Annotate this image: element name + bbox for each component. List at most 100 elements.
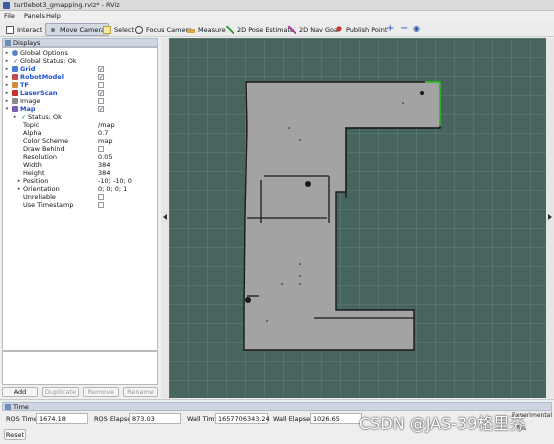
robotmodel-enabled-checkbox[interactable]: ✓: [98, 74, 104, 81]
reset-button[interactable]: Reset: [4, 429, 26, 440]
draw-behind-checkbox[interactable]: [98, 146, 104, 152]
tree-row-laserscan[interactable]: ▸ LaserScan ✓: [3, 89, 157, 97]
add-tool-icon[interactable]: +: [386, 24, 394, 34]
time-panel-title: Time: [13, 403, 29, 411]
tree-label: Image: [20, 97, 41, 105]
tree-row-position[interactable]: ▸ Position -10; -10; 0: [3, 177, 157, 185]
ros-elapsed-field[interactable]: 873.03: [129, 413, 181, 424]
grid-icon: [12, 66, 18, 72]
window-title: turtlebot3_gmapping.rviz* - RViz: [14, 1, 120, 9]
expand-arrow-icon[interactable]: ▸: [12, 113, 18, 121]
obstacle: [266, 320, 268, 322]
expand-arrow-icon[interactable]: ▸: [4, 81, 10, 89]
interact-tool-button[interactable]: Interact: [2, 23, 46, 36]
right-panel-splitter[interactable]: [546, 38, 554, 398]
tree-row-grid[interactable]: ▸ Grid ✓: [3, 65, 157, 73]
tree-row-use-timestamp[interactable]: Use Timestamp: [3, 201, 157, 209]
displays-button-row: Add Duplicate Remove Rename: [2, 387, 158, 397]
wall-time-field[interactable]: 1657706343.24: [215, 413, 270, 424]
map-enabled-checkbox[interactable]: ✓: [98, 106, 104, 113]
expand-arrow-icon[interactable]: ▸: [4, 49, 10, 57]
tree-row-resolution[interactable]: Resolution 0.05: [3, 153, 157, 161]
property-value[interactable]: map: [98, 137, 112, 145]
tree-label: Global Status: Ok: [20, 57, 77, 65]
move-camera-icon: [49, 25, 57, 34]
property-value[interactable]: /map: [98, 121, 115, 129]
remove-display-button[interactable]: Remove: [83, 387, 119, 397]
menu-help[interactable]: Help: [46, 12, 61, 21]
menu-panels[interactable]: Panels: [24, 12, 45, 21]
tree-row-topic[interactable]: Topic /map: [3, 121, 157, 129]
menu-bar: File Panels Help: [0, 11, 554, 22]
tree-row-image[interactable]: ▸ Image: [3, 97, 157, 105]
tree-row-map-status[interactable]: ▸ ✓ Status: Ok: [3, 113, 157, 121]
obstacle: [402, 102, 404, 104]
select-icon: [103, 25, 111, 34]
tree-row-orientation[interactable]: ▸ Orientation 0; 0; 0; 1: [3, 185, 157, 193]
tree-row-tf[interactable]: ▸ TF: [3, 81, 157, 89]
ros-time-field[interactable]: 1674.18: [36, 413, 88, 424]
publish-point-tool-button[interactable]: Publish Point: [331, 23, 391, 36]
image-icon: [12, 98, 18, 104]
tree-row-alpha[interactable]: Alpha 0.7: [3, 129, 157, 137]
map-icon: [12, 106, 18, 112]
tree-row-global-status[interactable]: ▸ ✓ Global Status: Ok: [3, 57, 157, 65]
property-label: Alpha: [23, 129, 42, 137]
remove-tool-icon[interactable]: −: [400, 24, 408, 34]
tree-label: Map: [20, 105, 36, 113]
ros-time-label: ROS Time:: [6, 415, 40, 423]
property-value: 0; 0; 0; 1: [98, 185, 128, 193]
tree-row-global-options[interactable]: ▸ Global Options: [3, 49, 157, 57]
duplicate-display-button[interactable]: Duplicate: [42, 387, 79, 397]
add-display-button[interactable]: Add: [2, 387, 38, 397]
tree-row-map[interactable]: ▾ Map ✓: [3, 105, 157, 113]
expand-arrow-icon[interactable]: ▸: [4, 57, 10, 65]
tree-row-color-scheme[interactable]: Color Scheme map: [3, 137, 157, 145]
property-label: Width: [23, 161, 42, 169]
collapse-right-icon[interactable]: [548, 214, 552, 220]
property-label: Use Timestamp: [23, 201, 74, 209]
grid-enabled-checkbox[interactable]: ✓: [98, 66, 104, 73]
tree-row-height[interactable]: Height 384: [3, 169, 157, 177]
render-viewport[interactable]: [169, 38, 546, 398]
expand-arrow-icon[interactable]: ▸: [4, 89, 10, 97]
unreliable-checkbox[interactable]: [98, 194, 104, 200]
status-ok-icon: ✓: [13, 57, 19, 65]
interact-icon: [6, 25, 14, 34]
displays-panel-title: Displays: [13, 39, 41, 47]
collapse-left-icon[interactable]: [163, 214, 167, 220]
expand-arrow-icon[interactable]: ▸: [4, 73, 10, 81]
tree-row-unreliable[interactable]: Unreliable: [3, 193, 157, 201]
expand-arrow-icon[interactable]: ▸: [4, 97, 10, 105]
rename-display-button[interactable]: Rename: [123, 387, 158, 397]
menu-file[interactable]: File: [4, 12, 15, 21]
tree-label: Global Options: [20, 49, 68, 57]
tree-label: RobotModel: [20, 73, 64, 81]
interact-tool-label: Interact: [17, 25, 43, 34]
laserscan-enabled-checkbox[interactable]: ✓: [98, 90, 104, 97]
use-timestamp-checkbox[interactable]: [98, 202, 104, 208]
image-enabled-checkbox[interactable]: [98, 98, 104, 104]
wall-elapsed-field[interactable]: 1026.65: [310, 413, 362, 424]
tree-row-robotmodel[interactable]: ▸ RobotModel ✓: [3, 73, 157, 81]
expand-arrow-icon[interactable]: ▸: [16, 185, 22, 193]
map-render: [169, 38, 546, 398]
expand-arrow-icon[interactable]: ▸: [16, 177, 22, 185]
property-value[interactable]: 0.7: [98, 129, 108, 137]
publish-point-tool-label: Publish Point: [346, 25, 388, 34]
obstacle: [299, 283, 301, 285]
status-ok-icon: ✓: [21, 113, 27, 121]
camera-tool-icon[interactable]: ◉: [413, 24, 420, 34]
tree-label: TF: [20, 81, 29, 89]
measure-icon: [187, 28, 195, 33]
collapse-arrow-icon[interactable]: ▾: [4, 105, 10, 113]
toolbar: Interact Move Camera Select Focus Camera…: [0, 22, 554, 37]
property-value: 0.05: [98, 153, 113, 161]
tree-row-draw-behind[interactable]: Draw Behind: [3, 145, 157, 153]
title-bar: turtlebot3_gmapping.rviz* - RViz: [0, 0, 554, 11]
tf-enabled-checkbox[interactable]: [98, 82, 104, 88]
left-panel-splitter[interactable]: [161, 38, 169, 398]
tree-row-width[interactable]: Width 384: [3, 161, 157, 169]
expand-arrow-icon[interactable]: ▸: [4, 65, 10, 73]
displays-tree[interactable]: ▸ Global Options ▸ ✓ Global Status: Ok ▸…: [2, 47, 158, 351]
